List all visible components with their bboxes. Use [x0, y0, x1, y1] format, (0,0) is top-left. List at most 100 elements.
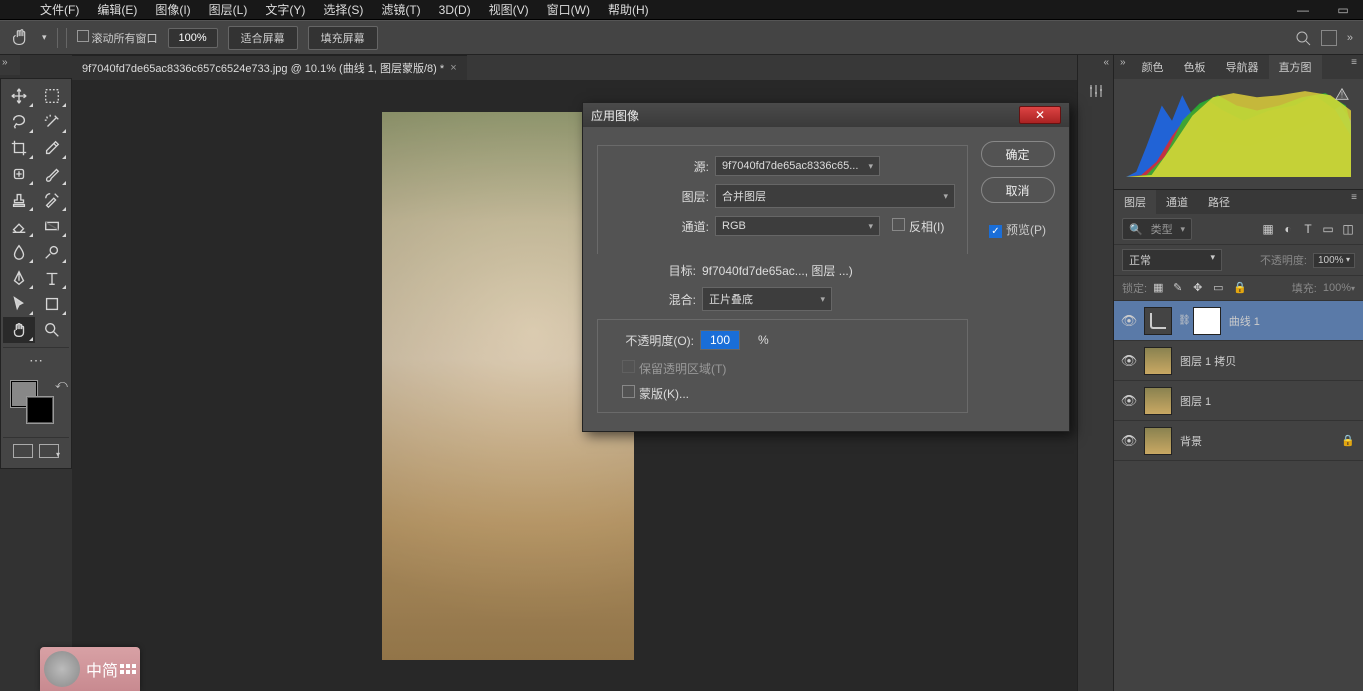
invert-checkbox[interactable]: 反相(I): [892, 218, 950, 235]
filter-shape-icon[interactable]: ▭: [1321, 222, 1335, 236]
path-select-tool[interactable]: [3, 291, 35, 317]
scroll-all-checkbox[interactable]: 滚动所有窗口: [77, 30, 158, 46]
layer-row[interactable]: 👁图层 1 拷贝: [1114, 341, 1363, 381]
move-tool[interactable]: [3, 83, 35, 109]
hand-tool[interactable]: [3, 317, 35, 343]
window-restore-button[interactable]: ▭: [1323, 0, 1363, 20]
menu-view[interactable]: 视图(V): [489, 1, 529, 18]
lock-pixels-icon[interactable]: ✎: [1173, 281, 1187, 295]
eraser-tool[interactable]: [3, 213, 35, 239]
menu-filter[interactable]: 滤镜(T): [381, 1, 420, 18]
menu-edit[interactable]: 编辑(E): [97, 1, 137, 18]
layer-filter-type[interactable]: 🔍类型▾: [1122, 218, 1192, 240]
preview-checkbox[interactable]: ✓预览(P): [989, 221, 1046, 238]
hand-tool-icon[interactable]: [10, 27, 32, 49]
crop-tool[interactable]: [3, 135, 35, 161]
mask-checkbox[interactable]: 蒙版(K)...: [622, 385, 695, 402]
tab-color[interactable]: 颜色: [1132, 55, 1174, 79]
type-tool[interactable]: [36, 265, 68, 291]
adjustments-icon[interactable]: [1082, 77, 1110, 105]
wand-tool[interactable]: [36, 109, 68, 135]
document-tab[interactable]: 9f7040fd7de65ac8336c657c6524e733.jpg @ 1…: [72, 55, 467, 80]
filter-smart-icon[interactable]: ◫: [1341, 222, 1355, 236]
filter-adjust-icon[interactable]: ◐: [1281, 222, 1295, 236]
dlg-opacity-input[interactable]: 100: [700, 330, 740, 350]
zoom-field[interactable]: 100%: [168, 28, 218, 48]
tab-channels[interactable]: 通道: [1156, 190, 1198, 214]
layer-row[interactable]: 👁背景🔒: [1114, 421, 1363, 461]
quickmask-icon[interactable]: [13, 444, 33, 458]
marquee-tool[interactable]: [36, 83, 68, 109]
tab-swatches[interactable]: 色板: [1174, 55, 1216, 79]
ime-grid-icon[interactable]: [120, 664, 136, 674]
background-swatch[interactable]: [27, 397, 53, 423]
layer-select[interactable]: 合并图层▾: [715, 184, 955, 208]
menu-window[interactable]: 窗口(W): [547, 1, 590, 18]
swap-colors-icon[interactable]: ⤺: [55, 377, 68, 392]
ime-indicator[interactable]: 中简: [40, 647, 140, 691]
source-select[interactable]: 9f7040fd7de65ac8336c65...▾: [715, 156, 880, 176]
collapse-icon[interactable]: »: [1114, 55, 1132, 79]
tab-navigator[interactable]: 导航器: [1216, 55, 1269, 79]
dodge-tool[interactable]: [36, 239, 68, 265]
history-brush-tool[interactable]: [36, 187, 68, 213]
screenmode-icon[interactable]: ▾: [39, 444, 59, 458]
tab-histogram[interactable]: 直方图: [1269, 55, 1322, 79]
shape-tool[interactable]: [36, 291, 68, 317]
menu-image[interactable]: 图像(I): [155, 1, 190, 18]
close-tab-icon[interactable]: ×: [450, 62, 456, 74]
tab-layers[interactable]: 图层: [1114, 190, 1156, 214]
workspace-icon[interactable]: [1321, 30, 1337, 46]
visibility-icon[interactable]: 👁: [1114, 313, 1144, 329]
layer-row[interactable]: 👁⛓曲线 1: [1114, 301, 1363, 341]
lock-pos-icon[interactable]: ✥: [1193, 281, 1207, 295]
blend-mode-select[interactable]: 正常▾: [1122, 249, 1222, 271]
brush-tool[interactable]: [36, 161, 68, 187]
healing-tool[interactable]: [3, 161, 35, 187]
dialog-close-button[interactable]: ✕: [1019, 106, 1061, 124]
opacity-field[interactable]: 100%▾: [1313, 253, 1355, 268]
zoom-tool[interactable]: [36, 317, 68, 343]
menu-select[interactable]: 选择(S): [323, 1, 363, 18]
menu-file[interactable]: 文件(F): [40, 1, 79, 18]
ok-button[interactable]: 确定: [981, 141, 1055, 167]
histogram-warning-icon[interactable]: !: [1335, 87, 1349, 101]
fill-field[interactable]: 100%▾: [1323, 282, 1355, 294]
more-tools-icon[interactable]: ⋯: [3, 352, 69, 369]
color-swatches[interactable]: ⤺: [7, 377, 65, 429]
menu-type[interactable]: 文字(Y): [265, 1, 305, 18]
menu-help[interactable]: 帮助(H): [608, 1, 649, 18]
menu-3d[interactable]: 3D(D): [439, 3, 471, 17]
cancel-button[interactable]: 取消: [981, 177, 1055, 203]
fit-screen-button[interactable]: 适合屏幕: [228, 26, 298, 50]
tab-paths[interactable]: 路径: [1198, 190, 1240, 214]
lock-trans-icon[interactable]: ▦: [1153, 281, 1167, 295]
blend-select[interactable]: 正片叠底▾: [702, 287, 832, 311]
gradient-tool[interactable]: [36, 213, 68, 239]
visibility-icon[interactable]: 👁: [1114, 433, 1144, 449]
layer-row[interactable]: 👁图层 1: [1114, 381, 1363, 421]
chevron-down-icon[interactable]: ▾: [42, 32, 47, 43]
blur-tool[interactable]: [3, 239, 35, 265]
panel-menu-icon[interactable]: ≡: [1345, 55, 1363, 79]
stamp-tool[interactable]: [3, 187, 35, 213]
dialog-titlebar[interactable]: 应用图像 ✕: [583, 103, 1069, 127]
filter-image-icon[interactable]: ▦: [1261, 222, 1275, 236]
panel-arrows-icon[interactable]: »: [1347, 32, 1353, 44]
search-icon[interactable]: [1295, 30, 1311, 46]
menu-layer[interactable]: 图层(L): [209, 1, 248, 18]
expand-arrows-icon[interactable]: «: [1078, 55, 1113, 73]
eyedropper-tool[interactable]: [36, 135, 68, 161]
lasso-tool[interactable]: [3, 109, 35, 135]
lock-all-icon[interactable]: 🔒: [1233, 281, 1247, 295]
filter-type-icon[interactable]: T: [1301, 222, 1315, 236]
channel-select[interactable]: RGB▾: [715, 216, 880, 236]
fill-screen-button[interactable]: 填充屏幕: [308, 26, 378, 50]
lock-artboard-icon[interactable]: ▭: [1213, 281, 1227, 295]
visibility-icon[interactable]: 👁: [1114, 393, 1144, 409]
visibility-icon[interactable]: 👁: [1114, 353, 1144, 369]
layer-panel-menu-icon[interactable]: ≡: [1345, 190, 1363, 214]
window-minimize-button[interactable]: —: [1283, 0, 1323, 20]
pen-tool[interactable]: [3, 265, 35, 291]
left-panel-collapse[interactable]: »: [0, 55, 20, 75]
